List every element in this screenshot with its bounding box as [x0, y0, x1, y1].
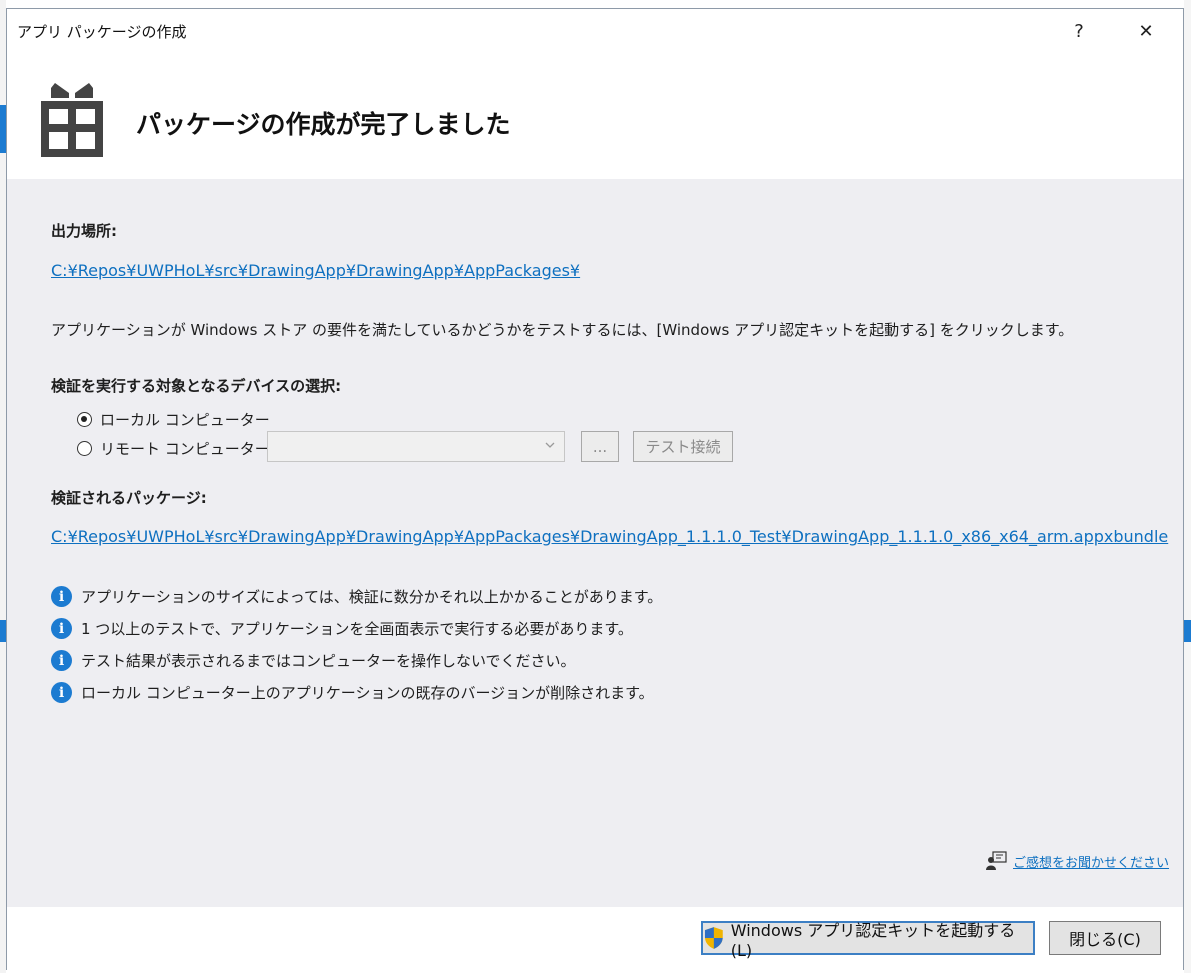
- window-title: アプリ パッケージの作成: [17, 23, 187, 41]
- info-icon: i: [51, 586, 72, 607]
- header: パッケージの作成が完了しました: [7, 53, 1183, 179]
- remote-computer-label: リモート コンピューター:: [100, 440, 275, 458]
- browse-button[interactable]: ...: [581, 431, 619, 462]
- output-location-label: 出力場所:: [51, 222, 117, 240]
- footer: Windows アプリ認定キットを起動する(L) 閉じる(C): [7, 907, 1183, 971]
- info-note-text: 1 つ以上のテストで、アプリケーションを全画面表示で実行する必要があります。: [81, 620, 633, 638]
- remote-computer-radio[interactable]: [77, 441, 92, 456]
- background-accent: [1184, 620, 1191, 642]
- title-bar: アプリ パッケージの作成 ? ✕: [7, 9, 1183, 53]
- uac-shield-icon: [704, 927, 723, 949]
- launch-certification-kit-button[interactable]: Windows アプリ認定キットを起動する(L): [701, 921, 1035, 960]
- info-icon: i: [51, 682, 72, 703]
- package-label: 検証されるパッケージ:: [51, 489, 207, 507]
- launch-certification-kit-label: Windows アプリ認定キットを起動する(L): [730, 920, 1016, 960]
- description-text: アプリケーションが Windows ストア の要件を満たしているかどうかをテスト…: [51, 321, 1074, 339]
- create-app-package-dialog: アプリ パッケージの作成 ? ✕ パッケージの作成が完了しました 出力場所: C…: [6, 8, 1184, 971]
- info-note-text: アプリケーションのサイズによっては、検証に数分かそれ以上かかることがあります。: [81, 588, 663, 606]
- close-window-button[interactable]: ✕: [1123, 9, 1169, 53]
- local-computer-option[interactable]: ローカル コンピューター: [77, 409, 270, 430]
- info-note-text: ローカル コンピューター上のアプリケーションの既存のバージョンが削除されます。: [81, 684, 654, 702]
- package-path-link[interactable]: C:¥Repos¥UWPHoL¥src¥DrawingApp¥DrawingAp…: [51, 527, 1168, 546]
- info-note: i テスト結果が表示されるまではコンピューターを操作しないでください。: [51, 650, 576, 671]
- info-note: i 1 つ以上のテストで、アプリケーションを全画面表示で実行する必要があります。: [51, 618, 633, 639]
- info-note-text: テスト結果が表示されるまではコンピューターを操作しないでください。: [81, 652, 576, 670]
- remote-computer-select[interactable]: [267, 431, 565, 462]
- feedback-link[interactable]: ご感想をお聞かせください: [1013, 852, 1169, 871]
- local-computer-label: ローカル コンピューター: [100, 411, 270, 429]
- help-button[interactable]: ?: [1056, 9, 1102, 53]
- close-icon: ✕: [1138, 20, 1154, 42]
- help-icon: ?: [1074, 20, 1084, 42]
- feedback-link-area[interactable]: ご感想をお聞かせください: [985, 851, 1169, 871]
- info-note: i アプリケーションのサイズによっては、検証に数分かそれ以上かかることがあります…: [51, 586, 662, 607]
- device-selection-label: 検証を実行する対象となるデバイスの選択:: [51, 377, 342, 395]
- chevron-down-icon: [545, 442, 555, 448]
- close-button[interactable]: 閉じる(C): [1049, 921, 1161, 955]
- background-window-right: [1184, 0, 1191, 973]
- local-computer-radio[interactable]: [77, 412, 92, 427]
- remote-computer-option[interactable]: リモート コンピューター:: [77, 438, 275, 459]
- feedback-person-icon: [986, 851, 1007, 870]
- info-note: i ローカル コンピューター上のアプリケーションの既存のバージョンが削除されます…: [51, 682, 654, 703]
- gift-icon: [41, 83, 103, 157]
- output-location-link[interactable]: C:¥Repos¥UWPHoL¥src¥DrawingApp¥DrawingAp…: [51, 261, 580, 280]
- info-icon: i: [51, 618, 72, 639]
- info-icon: i: [51, 650, 72, 671]
- header-title: パッケージの作成が完了しました: [136, 110, 511, 139]
- test-connection-button[interactable]: テスト接続: [633, 431, 733, 462]
